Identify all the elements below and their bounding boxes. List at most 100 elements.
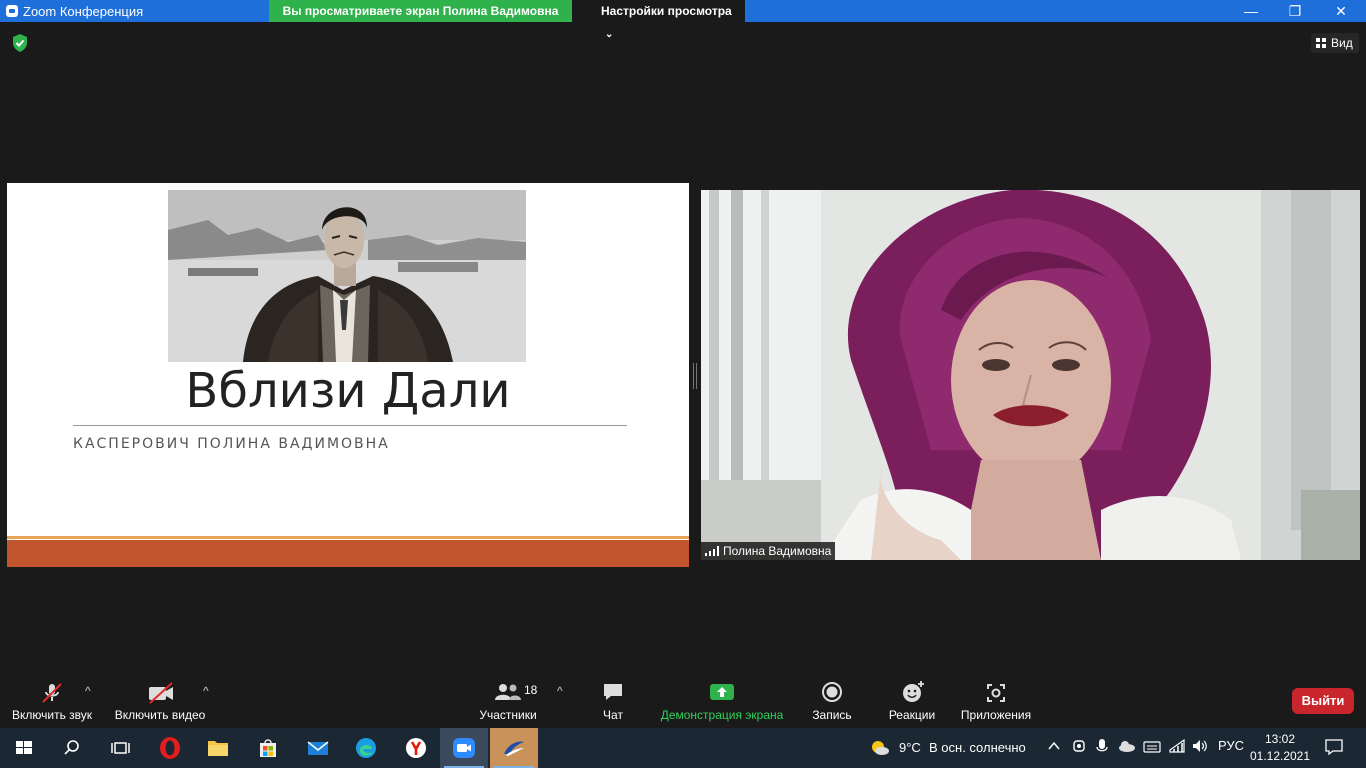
minimize-button[interactable]: — [1228,0,1274,22]
participants-button[interactable]: 18 Участники [470,676,546,728]
participant-name-tag: Полина Вадимовна [701,542,836,560]
slide-title: Вблизи Дали [185,363,511,419]
clock-date: 01.12.2021 [1249,749,1311,763]
participants-options-caret[interactable]: ^ [557,684,563,698]
audio-options-caret[interactable]: ^ [85,684,91,698]
participants-icon [495,684,521,700]
chat-button[interactable]: Чат [590,676,636,728]
taskbar-yandex[interactable] [392,728,440,768]
participant-name: Полина Вадимовна [723,544,832,558]
leave-button[interactable]: Выйти [1292,688,1354,714]
share-banner: Вы просматриваете экран Полина Вадимовна [269,0,572,22]
taskbar-app-highlighted[interactable] [490,728,538,768]
store-icon [260,739,276,757]
opera-browser-icon [160,737,180,759]
share-screen-button[interactable]: Демонстрация экрана [656,676,788,728]
taskbar-zoom[interactable] [440,728,488,768]
participant-video [701,190,1360,560]
yandex-browser-icon [406,738,426,758]
slide-footer-bar [7,540,689,567]
record-icon [822,682,842,702]
notification-icon [1325,739,1343,756]
start-video-label: Включить видео [114,708,206,722]
taskbar-clock[interactable]: 13:02 01.12.2021 [1248,731,1312,765]
sun-cloud-icon [872,741,889,755]
search-icon [64,740,79,755]
start-video-button[interactable]: Включить видео [110,676,210,728]
show-hidden-icons-button[interactable] [1046,738,1062,757]
chevron-down-icon: ⌄ [605,29,614,40]
slide-divider [73,425,627,426]
shared-screen-slide: Вблизи Дали КАСПЕРОВИЧ ПОЛИНА ВАДИМОВНА [7,183,689,567]
slide-subtitle: КАСПЕРОВИЧ ПОЛИНА ВАДИМОВНА [73,436,390,452]
apps-icon [987,684,1005,702]
clock-time: 13:02 [1264,732,1296,746]
windows-logo-icon [16,741,32,754]
weather-text: В осн. солнечно [929,740,1026,755]
taskbar-opera[interactable] [146,728,194,768]
zoom-video-icon [453,738,475,758]
microphone-icon [1096,739,1108,752]
chat-bubble-icon [604,684,622,700]
split-view-drag-handle[interactable] [693,363,697,389]
view-settings-label: Настройки просмотра [601,4,732,18]
task-view-icon [111,742,130,754]
weather-temp: 9°C [899,740,921,755]
view-button[interactable]: Вид [1311,33,1359,53]
apps-label: Приложения [960,708,1032,722]
slide-portrait-photo [168,190,526,362]
video-options-caret[interactable]: ^ [203,684,209,698]
window-title: Zoom Конференция [23,4,144,19]
folder-icon [208,741,228,756]
view-settings-dropdown[interactable]: Настройки просмотра ⌄ [572,0,745,40]
signal-strength-icon [705,546,719,556]
participants-count: 18 [524,683,538,697]
onedrive-tray-icon[interactable] [1118,738,1136,757]
keyboard-tray-icon[interactable] [1143,738,1161,757]
grid-icon [1316,38,1326,48]
view-label: Вид [1331,36,1353,50]
app-swoosh-icon [504,741,524,756]
share-screen-icon [710,684,734,700]
smiley-add-icon [903,681,924,702]
mail-icon [307,741,329,755]
task-view-button[interactable] [96,728,144,768]
volume-tray-icon[interactable] [1191,738,1209,757]
apps-button[interactable]: Приложения [956,676,1036,728]
title-bar: Zoom Конференция Вы просматриваете экран… [0,0,1366,40]
windows-taskbar [0,728,1366,768]
taskbar-mail[interactable] [294,728,342,768]
share-screen-label: Демонстрация экрана [660,708,784,722]
unmute-label: Включить звук [11,708,93,722]
wifi-icon [1169,738,1185,753]
edge-browser-icon [356,738,376,758]
microphone-tray-icon[interactable] [1095,738,1109,759]
speaker-icon [1193,740,1207,752]
meeting-toolbar: Включить звук ^ Включить видео ^ 18 Учас… [0,676,1366,728]
chat-label: Чат [603,708,623,722]
cloud-icon [1119,741,1135,752]
encryption-shield-icon[interactable] [10,33,30,53]
close-button[interactable]: ✕ [1318,0,1364,22]
record-label: Запись [812,708,852,722]
zoom-app-icon [6,5,18,17]
language-indicator[interactable]: РУС [1218,738,1244,753]
record-button[interactable]: Запись [804,676,860,728]
slide-accent-line [7,536,689,539]
reactions-label: Реакции [888,708,936,722]
network-tray-icon[interactable] [1168,738,1186,757]
participants-label: Участники [479,708,537,722]
chevron-up-icon [1048,741,1060,750]
microphone-muted-icon [42,683,62,703]
search-button[interactable] [48,728,96,768]
reactions-button[interactable]: Реакции [882,676,942,728]
camera-tray-icon[interactable] [1071,738,1087,759]
video-camera-off-icon [149,682,173,704]
notifications-button[interactable] [1324,738,1344,759]
keyboard-icon [1143,741,1161,753]
start-button[interactable] [0,728,48,768]
taskbar-file-explorer[interactable] [194,728,242,768]
taskbar-store[interactable] [244,728,292,768]
maximize-button[interactable]: ❐ [1272,0,1318,22]
taskbar-edge[interactable] [342,728,390,768]
